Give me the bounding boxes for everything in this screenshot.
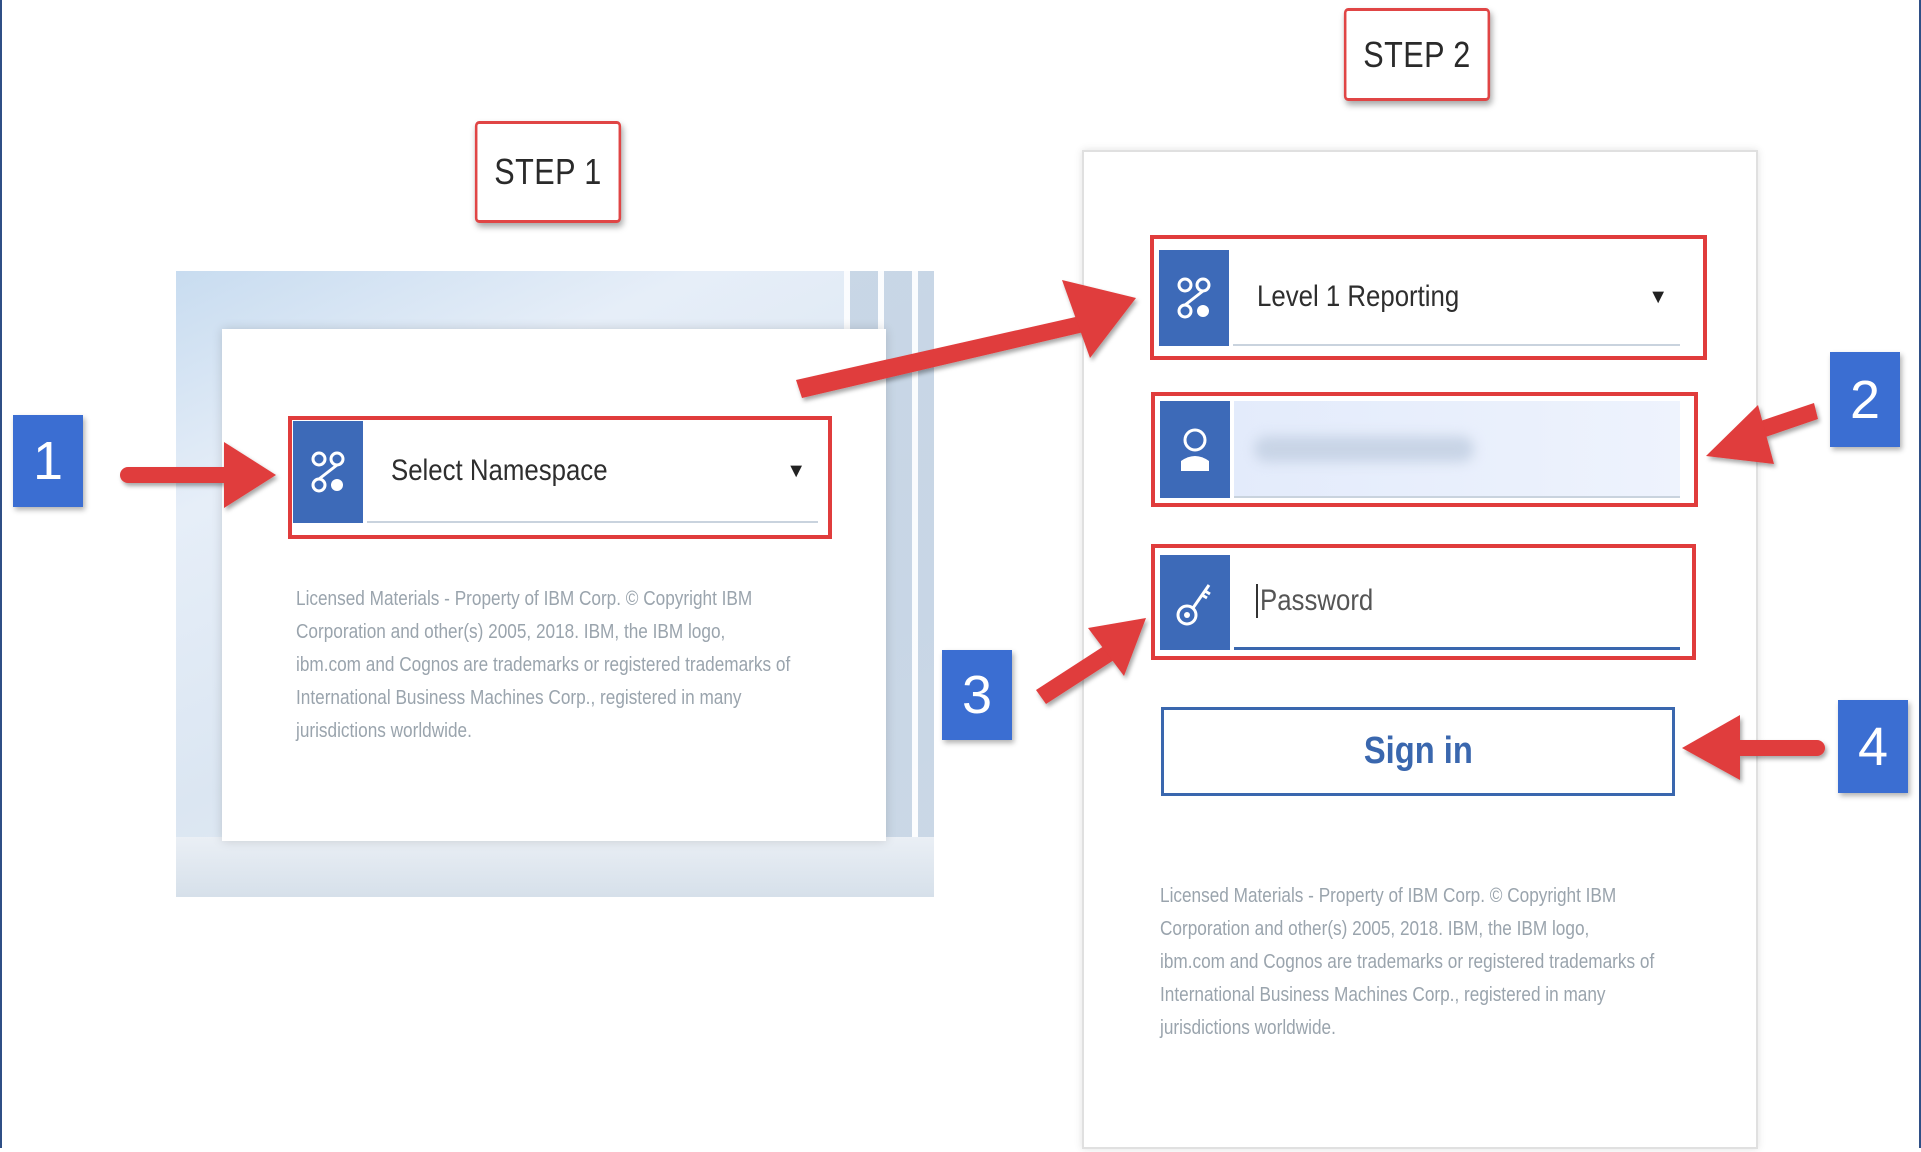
arrow-step-transition-icon [796, 280, 1136, 398]
arrow-1-icon [120, 442, 276, 508]
arrow-2-icon [1706, 403, 1818, 464]
arrow-4-icon [1682, 715, 1825, 780]
annotation-arrows [120, 280, 1825, 780]
arrow-3-icon [1036, 618, 1146, 704]
